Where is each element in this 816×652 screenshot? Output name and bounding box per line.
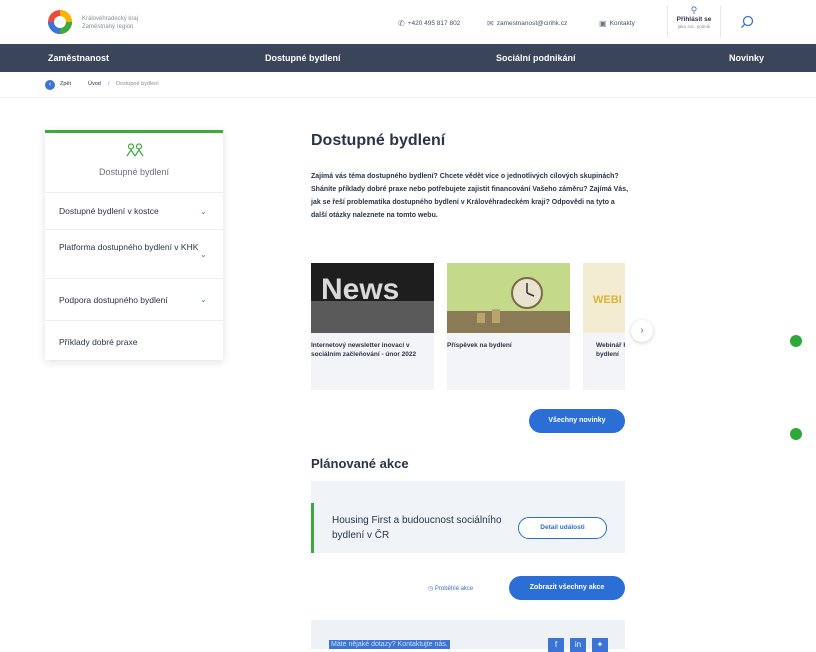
- page-title: Dostupné bydlení: [311, 132, 446, 149]
- mail-icon: ✉: [487, 19, 494, 28]
- chevron-down-icon[interactable]: ⌄: [200, 250, 207, 259]
- contacts-icon: ▣: [599, 19, 607, 28]
- status-dot: [790, 428, 802, 440]
- sidebar-title: Dostupné bydlení: [98, 167, 170, 177]
- event-title: Housing First a budoucnost sociálního by…: [332, 515, 502, 541]
- news-card[interactable]: Příspěvek na bydlení: [447, 263, 570, 390]
- facebook-icon[interactable]: f: [548, 638, 564, 652]
- past-events-label: Proběhlé akce: [434, 586, 474, 592]
- user-icon: ⚲: [690, 5, 698, 15]
- logo-icon[interactable]: [46, 8, 74, 36]
- main-nav: Zaměstnanost Dostupné bydlení Sociální p…: [0, 44, 816, 72]
- top-header: Královéhradecký kraj Zaměstnaný region ✆…: [0, 0, 816, 44]
- phone-link[interactable]: ✆ +420 495 817 802: [398, 19, 460, 28]
- login-sub: jako soc. podnik: [677, 24, 711, 29]
- logo-text: Královéhradecký kraj Zaměstnaný region: [82, 15, 138, 31]
- nav-item-dostupne-bydleni[interactable]: Dostupné bydlení: [265, 53, 341, 63]
- linkedin-icon[interactable]: in: [570, 638, 586, 652]
- webinar-image: WEBI: [583, 263, 625, 333]
- news-image: News: [311, 263, 434, 333]
- sidebar-item-label: Dostupné bydlení v kostce: [59, 206, 159, 216]
- status-dot: [790, 335, 802, 347]
- email-link[interactable]: ✉ zamestnanost@cirihk.cz: [487, 19, 567, 28]
- news-card-caption: Webinář Housing First a dostupné bydlení: [596, 342, 625, 358]
- event-detail-button[interactable]: Detail události: [518, 517, 607, 539]
- search-icon[interactable]: [739, 14, 755, 30]
- clock-money-image: [447, 263, 570, 333]
- chevron-right-icon[interactable]: ›: [631, 320, 653, 342]
- people-icon: [126, 143, 144, 157]
- logo-line2: Zaměstnaný region: [82, 24, 134, 30]
- all-events-button[interactable]: Zobrazit všechny akce: [509, 576, 625, 600]
- history-icon: ◷: [428, 586, 435, 592]
- nav-item-novinky[interactable]: Novinky: [729, 53, 764, 63]
- chevron-down-icon[interactable]: ⌄: [200, 295, 207, 304]
- sidebar-item-v-kostce[interactable]: Dostupné bydlení v kostce ⌄: [45, 192, 223, 229]
- contacts-text: Kontakty: [609, 20, 635, 27]
- logo-line1: Královéhradecký kraj: [82, 16, 139, 22]
- questions-text[interactable]: Máte nějaké dotazy? Kontaktujte nás.: [329, 640, 450, 649]
- breadcrumb-current: Dostupné bydlení: [116, 81, 159, 87]
- sidebar-item-platforma[interactable]: Platforma dostupného bydlení v KHK ⌄: [45, 229, 223, 278]
- past-events-link[interactable]: ◷ Proběhlé akce: [428, 585, 473, 592]
- breadcrumb-back[interactable]: Zpět: [60, 81, 71, 87]
- login-button[interactable]: ⚲ Přihlásit se jako soc. podnik: [667, 6, 721, 38]
- news-image-text: News: [321, 273, 399, 306]
- news-card-caption: Příspěvek na bydlení: [447, 342, 512, 349]
- news-card[interactable]: News Internetový newsletter inovací v so…: [311, 263, 434, 390]
- phone-text: +420 495 817 802: [407, 20, 461, 27]
- intro-text: Zajímá vás téma dostupného bydlení? Chce…: [311, 173, 629, 219]
- breadcrumb-home[interactable]: Úvod: [88, 81, 101, 87]
- sidebar-item-priklady[interactable]: Příklady dobré praxe: [45, 320, 223, 358]
- all-news-button[interactable]: Všechny novinky: [529, 409, 625, 433]
- email-text: zamestnanost@cirihk.cz: [496, 20, 568, 27]
- back-arrow-icon[interactable]: ‹: [45, 80, 55, 90]
- sidebar: Dostupné bydlení Dostupné bydlení v kost…: [45, 130, 223, 360]
- phone-icon: ✆: [398, 19, 405, 28]
- nav-item-zamestnanost[interactable]: Zaměstnanost: [48, 53, 109, 63]
- chevron-down-icon[interactable]: ⌄: [200, 207, 207, 216]
- sidebar-item-label: Podpora dostupného bydlení: [59, 295, 168, 305]
- nav-item-socialni-podnikani[interactable]: Sociální podnikání: [496, 53, 576, 63]
- news-card[interactable]: WEBI Webinář Housing First a dostupné by…: [583, 263, 625, 390]
- twitter-icon[interactable]: ✦: [592, 638, 608, 652]
- sidebar-item-podpora[interactable]: Podpora dostupného bydlení ⌄: [45, 278, 223, 320]
- breadcrumb-separator: /: [108, 81, 110, 87]
- sidebar-item-label: Platforma dostupného bydlení v KHK: [59, 242, 199, 252]
- sidebar-item-label: Příklady dobré praxe: [59, 337, 138, 347]
- news-card-caption: Internetový newsletter inovací v sociáln…: [311, 342, 417, 358]
- contacts-link[interactable]: ▣ Kontakty: [599, 19, 635, 28]
- events-title: Plánované akce: [311, 456, 409, 471]
- webinar-image-text: WEBI: [593, 294, 622, 306]
- login-label: Přihlásit se: [676, 16, 712, 23]
